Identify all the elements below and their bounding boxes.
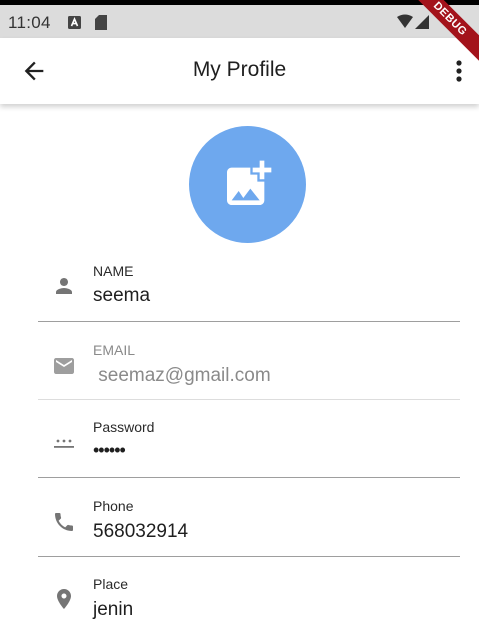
status-bar: 11:04 [0, 0, 479, 38]
location-pin-icon [57, 589, 71, 609]
name-label: NAME [93, 263, 134, 279]
name-field[interactable]: NAME seema [38, 244, 460, 322]
place-label: Place [93, 576, 129, 592]
email-field[interactable]: EMAIL seemaz@gmail.com [38, 322, 460, 400]
place-value[interactable]: jenin [93, 599, 133, 621]
phone-field[interactable]: Phone 568032914 [38, 479, 460, 557]
password-value[interactable]: •••••• [93, 440, 126, 461]
page-title: My Profile [192, 58, 287, 81]
email-label: EMAIL [93, 342, 136, 358]
name-value[interactable]: seema [93, 285, 150, 307]
person-icon [56, 278, 72, 294]
email-value[interactable]: seemaz@gmail.com [93, 365, 270, 387]
add-photo-icon [227, 160, 272, 205]
phone-icon [55, 513, 73, 531]
place-field[interactable]: Place jenin [38, 557, 460, 635]
wifi-signal-icon [397, 14, 429, 29]
avatar-add-photo-button[interactable] [189, 126, 306, 243]
password-icon [54, 439, 74, 448]
notification-a-icon [68, 16, 81, 29]
status-time: 11:04 [8, 13, 51, 32]
phone-value[interactable]: 568032914 [93, 521, 188, 543]
app-bar: My Profile [0, 38, 479, 104]
profile-screen: 11:04 DEBUG My Profile NAME seema EMAIL … [0, 0, 479, 635]
phone-label: Phone [93, 498, 134, 514]
sd-card-icon [95, 15, 107, 30]
mail-icon [54, 358, 74, 374]
password-field[interactable]: Password •••••• [38, 400, 460, 478]
password-label: Password [93, 419, 155, 435]
password-divider [38, 477, 460, 478]
more-vert-icon[interactable] [451, 57, 467, 85]
